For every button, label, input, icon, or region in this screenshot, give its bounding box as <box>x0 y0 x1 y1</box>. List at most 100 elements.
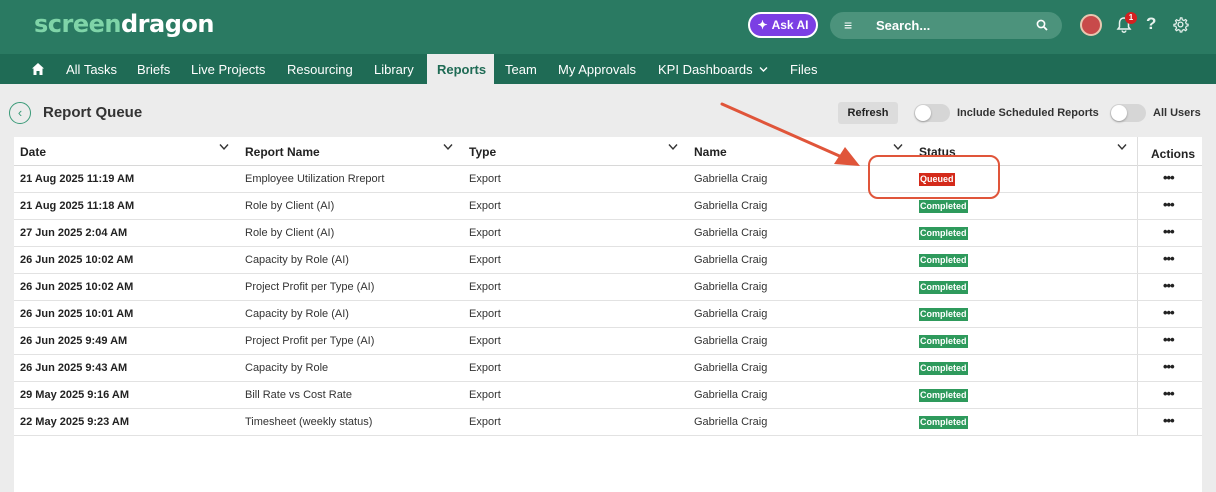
row-date: 27 Jun 2025 2:04 AM <box>20 227 128 239</box>
row-name: Gabriella Craig <box>694 254 768 266</box>
include-scheduled-toggle[interactable] <box>914 104 950 122</box>
row-type: Export <box>469 335 501 347</box>
chevron-down-icon[interactable] <box>893 143 903 151</box>
row-date: 26 Jun 2025 10:02 AM <box>20 281 134 293</box>
row-actions-menu-button[interactable]: ••• <box>1163 413 1175 428</box>
global-search[interactable]: ≡ Search... <box>830 12 1062 39</box>
status-badge-completed: Completed <box>919 227 968 240</box>
row-date: 21 Aug 2025 11:18 AM <box>20 200 135 212</box>
home-icon[interactable] <box>31 62 45 76</box>
nav-kpi-dashboards[interactable]: KPI Dashboards <box>658 54 753 84</box>
row-type: Export <box>469 389 501 401</box>
table-row[interactable]: 26 Jun 2025 9:49 AM Project Profit per T… <box>14 328 1202 355</box>
nav-resourcing[interactable]: Resourcing <box>287 54 353 84</box>
chevron-down-icon[interactable] <box>759 66 768 73</box>
table-row[interactable]: 26 Jun 2025 10:02 AM Project Profit per … <box>14 274 1202 301</box>
row-date: 29 May 2025 9:16 AM <box>20 389 130 401</box>
help-icon[interactable]: ? <box>1146 14 1156 34</box>
row-name: Gabriella Craig <box>694 227 768 239</box>
row-type: Export <box>469 254 501 266</box>
row-date: 26 Jun 2025 9:49 AM <box>20 335 128 347</box>
chevron-left-icon: ‹ <box>17 105 23 120</box>
nav-live-projects[interactable]: Live Projects <box>191 54 265 84</box>
logo-text-dragon: dragon <box>121 10 214 38</box>
nav-team[interactable]: Team <box>505 54 537 84</box>
annotation-highlight-box <box>868 155 1000 199</box>
table-row[interactable]: 21 Aug 2025 11:18 AM Role by Client (AI)… <box>14 193 1202 220</box>
row-name: Gabriella Craig <box>694 281 768 293</box>
column-header-actions: Actions <box>1151 147 1196 161</box>
nav-library[interactable]: Library <box>374 54 414 84</box>
hamburger-menu-icon[interactable]: ≡ <box>844 17 852 33</box>
table-row[interactable]: 29 May 2025 9:16 AM Bill Rate vs Cost Ra… <box>14 382 1202 409</box>
nav-reports[interactable]: Reports <box>427 54 494 84</box>
row-report-name: Bill Rate vs Cost Rate <box>245 389 352 401</box>
row-name: Gabriella Craig <box>694 362 768 374</box>
row-name: Gabriella Craig <box>694 173 768 185</box>
column-header-report-name[interactable]: Report Name <box>245 145 320 159</box>
table-row[interactable]: 26 Jun 2025 10:01 AM Capacity by Role (A… <box>14 301 1202 328</box>
column-header-date[interactable]: Date <box>20 145 46 159</box>
ask-ai-button[interactable]: ✦ Ask AI <box>748 12 818 38</box>
row-name: Gabriella Craig <box>694 200 768 212</box>
row-name: Gabriella Craig <box>694 335 768 347</box>
report-queue-table: Date Report Name Type Name Status Action… <box>14 137 1202 492</box>
row-actions-menu-button[interactable]: ••• <box>1163 224 1175 239</box>
chevron-down-icon[interactable] <box>219 143 229 151</box>
ask-ai-label: Ask AI <box>771 18 809 32</box>
row-actions-menu-button[interactable]: ••• <box>1163 251 1175 266</box>
row-date: 22 May 2025 9:23 AM <box>20 416 130 428</box>
settings-gear-icon[interactable] <box>1172 16 1189 33</box>
nav-my-approvals[interactable]: My Approvals <box>558 54 636 84</box>
row-date: 26 Jun 2025 10:01 AM <box>20 308 134 320</box>
row-report-name: Capacity by Role (AI) <box>245 254 349 266</box>
column-header-type[interactable]: Type <box>469 145 496 159</box>
table-row[interactable]: 22 May 2025 9:23 AM Timesheet (weekly st… <box>14 409 1202 436</box>
row-name: Gabriella Craig <box>694 308 768 320</box>
status-badge-completed: Completed <box>919 416 968 429</box>
column-header-name[interactable]: Name <box>694 145 727 159</box>
row-report-name: Capacity by Role (AI) <box>245 308 349 320</box>
row-report-name: Capacity by Role <box>245 362 329 374</box>
table-row[interactable]: 21 Aug 2025 11:19 AM Employee Utilizatio… <box>14 166 1202 193</box>
nav-files[interactable]: Files <box>790 54 817 84</box>
row-actions-menu-button[interactable]: ••• <box>1163 278 1175 293</box>
row-actions-menu-button[interactable]: ••• <box>1163 332 1175 347</box>
row-actions-menu-button[interactable]: ••• <box>1163 386 1175 401</box>
chevron-down-icon[interactable] <box>668 143 678 151</box>
chevron-down-icon[interactable] <box>443 143 453 151</box>
row-report-name: Role by Client (AI) <box>245 200 335 212</box>
user-avatar[interactable] <box>1080 14 1102 36</box>
all-users-toggle[interactable] <box>1110 104 1146 122</box>
row-report-name: Employee Utilization Rreport <box>245 173 385 185</box>
row-actions-menu-button[interactable]: ••• <box>1163 170 1175 185</box>
row-actions-menu-button[interactable]: ••• <box>1163 305 1175 320</box>
row-type: Export <box>469 416 501 428</box>
table-row[interactable]: 26 Jun 2025 10:02 AM Capacity by Role (A… <box>14 247 1202 274</box>
row-name: Gabriella Craig <box>694 389 768 401</box>
row-report-name: Timesheet (weekly status) <box>245 416 373 428</box>
table-row[interactable]: 26 Jun 2025 9:43 AM Capacity by Role Exp… <box>14 355 1202 382</box>
nav-all-tasks[interactable]: All Tasks <box>66 54 117 84</box>
include-scheduled-label: Include Scheduled Reports <box>957 107 1099 119</box>
row-actions-menu-button[interactable]: ••• <box>1163 197 1175 212</box>
search-input[interactable]: Search... <box>876 18 930 33</box>
status-badge-completed: Completed <box>919 362 968 375</box>
row-date: 26 Jun 2025 10:02 AM <box>20 254 134 266</box>
row-report-name: Project Profit per Type (AI) <box>245 335 375 347</box>
table-header: Date Report Name Type Name Status Action… <box>14 137 1202 166</box>
status-badge-completed: Completed <box>919 308 968 321</box>
row-name: Gabriella Craig <box>694 416 768 428</box>
status-badge-completed: Completed <box>919 254 968 267</box>
row-type: Export <box>469 200 501 212</box>
sparkle-icon: ✦ <box>757 18 768 32</box>
nav-briefs[interactable]: Briefs <box>137 54 170 84</box>
logo-text-screen: screen <box>34 10 122 38</box>
row-actions-menu-button[interactable]: ••• <box>1163 359 1175 374</box>
search-icon[interactable] <box>1036 19 1048 31</box>
table-row[interactable]: 27 Jun 2025 2:04 AM Role by Client (AI) … <box>14 220 1202 247</box>
refresh-button[interactable]: Refresh <box>838 102 898 124</box>
back-button[interactable]: ‹ <box>9 102 31 124</box>
screendragon-logo[interactable]: screendragon <box>34 10 214 38</box>
chevron-down-icon[interactable] <box>1117 143 1127 151</box>
